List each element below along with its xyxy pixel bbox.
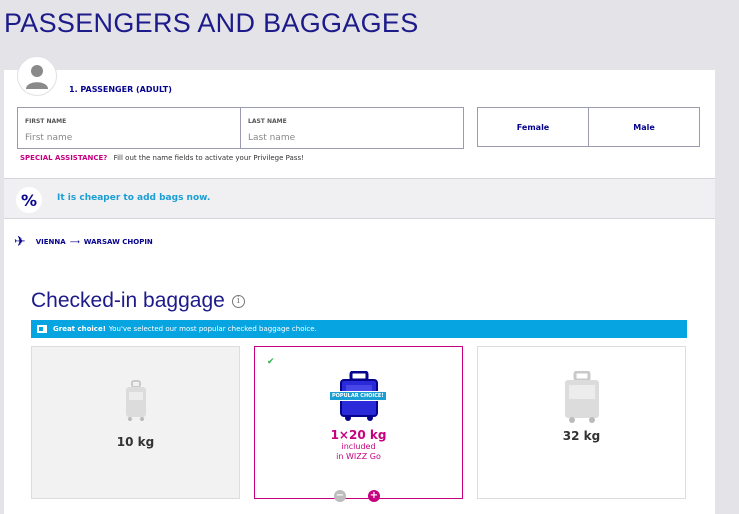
special-assistance-text: Fill out the name fields to activate you… (113, 154, 304, 162)
gender-selector: Female Male (477, 107, 700, 147)
ticket-icon (37, 325, 47, 333)
percent-icon: % (16, 187, 42, 213)
promo-message: It is cheaper to add bags now. (57, 193, 211, 203)
plus-button[interactable]: + (368, 490, 380, 502)
bag-option-10kg[interactable]: 10 kg (31, 346, 240, 499)
bag-option-32kg[interactable]: 32 kg (477, 346, 686, 499)
gender-male-button[interactable]: Male (588, 108, 699, 146)
check-icon: ✔ (267, 357, 275, 367)
banner-bold: Great choice! (53, 325, 106, 333)
special-assistance-link[interactable]: SPECIAL ASSISTANCE? (20, 154, 107, 162)
flight-route: ✈ VIENNA ⟶ WARSAW CHOPIN (14, 234, 153, 250)
minus-button[interactable]: − (334, 490, 346, 502)
name-fields: FIRST NAME LAST NAME (17, 107, 464, 149)
banner-text: You've selected our most popular checked… (108, 325, 317, 333)
promo-banner: % It is cheaper to add bags now. (4, 178, 715, 219)
gender-female-button[interactable]: Female (478, 108, 588, 146)
arrow-right-icon: ⟶ (69, 238, 80, 246)
last-name-input[interactable] (248, 133, 448, 143)
popular-badge: POPULAR CHOICE! (329, 391, 387, 401)
checked-in-title-text: Checked-in baggage (31, 289, 225, 312)
info-icon[interactable]: i (231, 294, 245, 308)
bag-weight: 1×20 kg (330, 428, 387, 442)
bag-weight: 10 kg (116, 435, 155, 449)
checked-in-title: Checked-in baggage i (31, 289, 245, 313)
passenger-card: 1. PASSENGER (ADULT) FIRST NAME LAST NAM… (4, 56, 715, 514)
route-to: WARSAW CHOPIN (83, 238, 153, 246)
last-name-field[interactable]: LAST NAME (240, 108, 463, 148)
bag-wizz-go-text: in WIZZ Go (336, 452, 381, 461)
avatar (17, 56, 57, 96)
great-choice-banner: Great choice! You've selected our most p… (31, 320, 687, 338)
bag-option-20kg[interactable]: ✔ POPULAR CHOICE! 1×20 kg included in WI… (254, 346, 463, 499)
last-name-label: LAST NAME (248, 118, 287, 125)
user-icon (26, 65, 48, 89)
quantity-stepper: − + (334, 490, 380, 502)
special-assistance: SPECIAL ASSISTANCE? Fill out the name fi… (20, 154, 304, 162)
page-title: PASSENGERS AND BAGGAGES (4, 8, 419, 38)
passenger-label: 1. PASSENGER (ADULT) (69, 85, 172, 94)
first-name-field[interactable]: FIRST NAME (18, 108, 240, 148)
suitcase-icon (564, 371, 599, 423)
first-name-input[interactable] (25, 133, 225, 143)
suitcase-icon (125, 380, 146, 421)
bag-included-text: included (341, 442, 376, 451)
plane-icon: ✈ (14, 234, 26, 250)
route-from: VIENNA (35, 238, 66, 246)
first-name-label: FIRST NAME (25, 118, 67, 125)
bag-weight: 32 kg (562, 429, 601, 443)
